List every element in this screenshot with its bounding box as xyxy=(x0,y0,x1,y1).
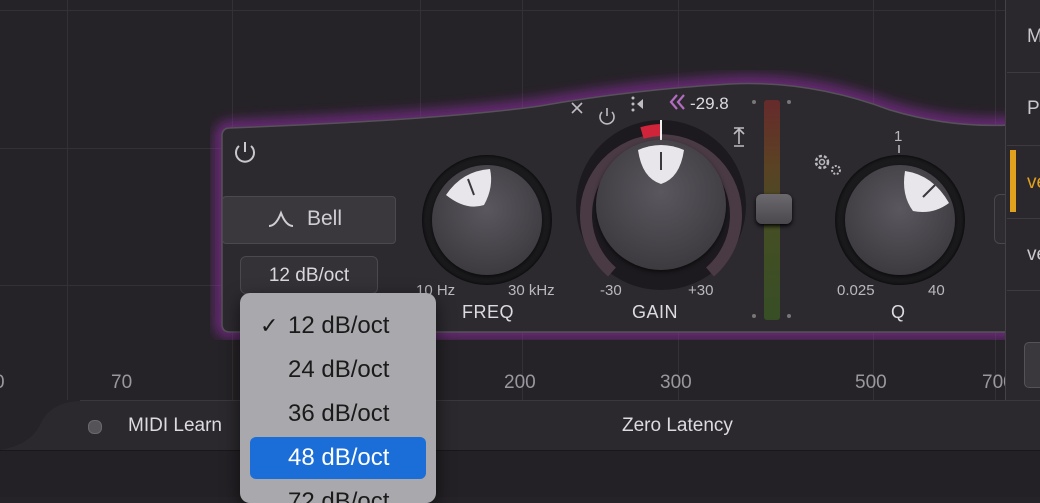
freq-axis-label: 70 xyxy=(111,372,133,393)
grid-line xyxy=(0,10,1005,11)
gain-scale-icon[interactable] xyxy=(627,95,647,115)
gain-label: GAIN xyxy=(632,302,679,322)
q-min-label: 0.025 xyxy=(837,282,875,299)
gain-knob[interactable] xyxy=(596,140,726,270)
q-knob-indicator xyxy=(904,171,949,212)
meter-dot xyxy=(752,314,756,318)
midi-learn-indicator[interactable] xyxy=(88,420,102,434)
gain-min-label: -30 xyxy=(600,282,622,299)
divider xyxy=(1007,218,1040,219)
slope-option-48[interactable]: 48 dB/oct xyxy=(250,437,426,479)
freq-axis-label: 300 xyxy=(660,372,692,393)
slope-dropdown-menu: ✓ 12 dB/oct 24 dB/oct 36 dB/oct 48 dB/oc… xyxy=(240,293,436,503)
output-level-readout: -29.8 xyxy=(690,94,729,113)
active-indicator xyxy=(1010,150,1016,212)
slope-option-label: 24 dB/oct xyxy=(288,356,390,383)
slope-option-label: 12 dB/oct xyxy=(288,312,390,339)
q-max-label: 40 xyxy=(928,282,945,299)
meter-dot xyxy=(752,100,756,104)
double-chevron-left-icon[interactable] xyxy=(668,92,688,112)
output-gain-fader[interactable] xyxy=(756,194,792,224)
bottom-bar-curve xyxy=(0,400,80,450)
right-panel-button[interactable] xyxy=(1024,342,1040,388)
divider xyxy=(1007,145,1040,146)
right-panel-item-active[interactable]: ve xyxy=(1027,172,1040,194)
filter-shape-label: Bell xyxy=(307,207,343,230)
q-knob[interactable] xyxy=(845,165,955,275)
gears-icon xyxy=(814,154,841,175)
right-panel-item[interactable]: ve xyxy=(1027,244,1040,266)
bottom-footer xyxy=(0,450,1040,497)
freq-knob-indicator xyxy=(446,169,492,207)
gain-max-label: +30 xyxy=(688,282,714,299)
latency-mode-button[interactable]: Zero Latency xyxy=(622,415,733,437)
freq-label: FREQ xyxy=(462,302,515,322)
midi-learn-button[interactable]: MIDI Learn xyxy=(128,415,222,437)
slope-option-24[interactable]: 24 dB/oct xyxy=(250,349,426,391)
freq-knob[interactable] xyxy=(432,165,542,275)
divider xyxy=(1007,72,1040,73)
slope-select-button[interactable]: 12 dB/oct xyxy=(240,256,378,294)
freq-axis-label: 0 xyxy=(0,372,5,394)
slope-option-label: 72 dB/oct xyxy=(288,488,390,503)
band-settings-button[interactable] xyxy=(810,150,846,178)
meter-dot xyxy=(787,100,791,104)
slope-option-36[interactable]: 36 dB/oct xyxy=(250,393,426,435)
slope-option-label: 36 dB/oct xyxy=(288,400,390,427)
bell-shape-icon xyxy=(268,210,294,227)
q-center-label: 1 xyxy=(894,128,903,145)
power-icon xyxy=(235,142,255,163)
checkmark-icon: ✓ xyxy=(260,313,279,338)
q-center-tick xyxy=(898,145,900,153)
right-panel-item[interactable]: M xyxy=(1027,26,1040,48)
slope-option-12[interactable]: ✓ 12 dB/oct xyxy=(250,305,426,347)
slope-option-72[interactable]: 72 dB/oct xyxy=(250,481,426,503)
meter-dot xyxy=(787,314,791,318)
right-panel-item[interactable]: Po xyxy=(1027,98,1040,120)
band-power-button[interactable] xyxy=(228,135,262,169)
freq-max-label: 30 kHz xyxy=(508,282,555,299)
freq-axis-label: 500 xyxy=(855,372,887,393)
freq-axis-label: 200 xyxy=(504,372,536,393)
filter-shape-button[interactable]: Bell xyxy=(222,196,396,244)
slope-select-label: 12 dB/oct xyxy=(268,265,350,286)
divider xyxy=(1007,290,1040,291)
grid-line xyxy=(67,0,68,400)
gain-knob-indicator xyxy=(638,145,684,184)
q-label: Q xyxy=(891,302,906,322)
slope-option-label: 48 dB/oct xyxy=(288,444,390,471)
